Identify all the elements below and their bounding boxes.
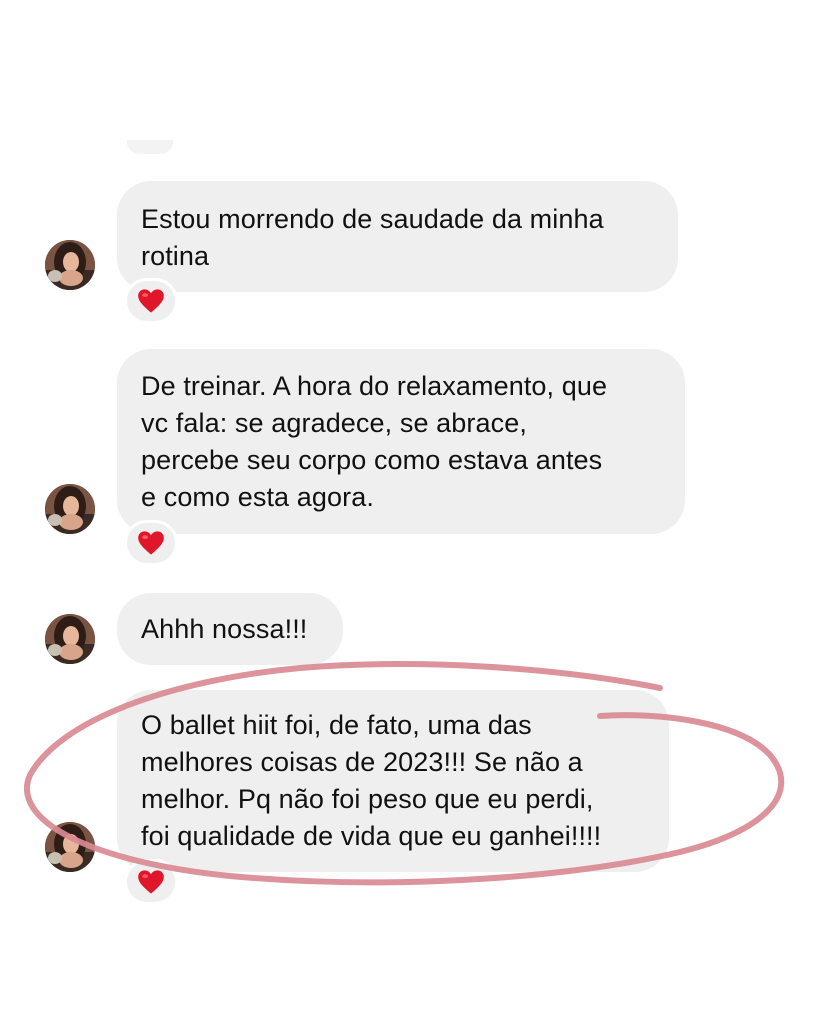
message-line: percebe seu corpo como estava antes [141, 445, 603, 475]
message-line: Ahhh nossa!!! [141, 614, 308, 644]
message-bubble[interactable]: O ballet hiit foi, de fato, uma das melh… [117, 690, 669, 872]
heart-icon [138, 870, 164, 894]
reaction-badge[interactable] [124, 520, 178, 566]
message-bubble[interactable]: De treinar. A hora do relaxamento, que v… [117, 349, 685, 534]
message-line: Estou morrendo de saudade da minha [141, 204, 604, 234]
message-line: De treinar. A hora do relaxamento, que [141, 371, 608, 401]
avatar[interactable] [45, 822, 95, 872]
reaction-badge[interactable] [124, 278, 178, 324]
avatar[interactable] [45, 484, 95, 534]
message-bubble[interactable]: Ahhh nossa!!! [117, 593, 343, 665]
message-bubble[interactable]: Estou morrendo de saudade da minha rotin… [117, 181, 678, 292]
profile-photo [45, 822, 95, 872]
message-line: foi qualidade de vida que eu ganhei!!!! [141, 821, 602, 851]
message-line: melhor. Pq não foi peso que eu perdi, [141, 784, 594, 814]
profile-photo [45, 614, 95, 664]
heart-icon [138, 289, 164, 313]
avatar[interactable] [45, 614, 95, 664]
chat-thread: Estou morrendo de saudade da minha rotin… [0, 0, 819, 1024]
heart-icon [138, 531, 164, 555]
message-line: e como esta agora. [141, 482, 374, 512]
previous-message-edge [127, 140, 173, 154]
message-line: melhores coisas de 2023!!! Se não a [141, 747, 583, 777]
reaction-badge[interactable] [124, 859, 178, 905]
profile-photo [45, 240, 95, 290]
message-line: rotina [141, 241, 210, 271]
avatar[interactable] [45, 240, 95, 290]
profile-photo [45, 484, 95, 534]
message-line: O ballet hiit foi, de fato, uma das [141, 710, 532, 740]
message-line: vc fala: se agradece, se abrace, [141, 408, 527, 438]
